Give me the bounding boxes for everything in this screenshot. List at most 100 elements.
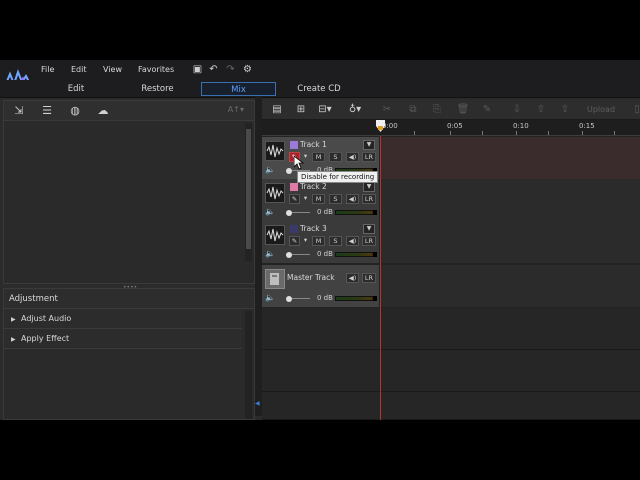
pen-icon[interactable]: ✎ (480, 103, 494, 117)
volume-slider-track[interactable] (292, 298, 310, 299)
menu-file[interactable]: File (41, 65, 54, 74)
volume-slider-knob[interactable] (286, 210, 292, 216)
expand-arrow-icon: ▶ (11, 336, 16, 343)
volume-slider-track[interactable] (292, 254, 310, 255)
master-track-icon (265, 269, 285, 289)
settings-gear-icon[interactable]: ⚙ (242, 64, 253, 75)
track-menu-dropdown-icon[interactable]: ▼ (363, 140, 375, 150)
upload-button[interactable]: Upload (587, 105, 615, 114)
record-arm-button[interactable]: ✎ (289, 236, 300, 246)
cut-icon[interactable]: ✂ (380, 103, 394, 117)
mute-button[interactable]: M (312, 194, 325, 204)
timeline-toolbar: ▤ ⊞ ⊟▾ ♁▾ ✂ ⧉ ⎘ 🗑 ✎ ⇩ ⇧ ⇪ Upload ▯ (262, 100, 640, 120)
copy-icon[interactable]: ⧉ (406, 103, 420, 117)
tab-restore[interactable]: Restore (130, 82, 185, 96)
paste-icon[interactable]: ⎘ (430, 103, 444, 117)
section-adjust-audio[interactable]: ▶ Adjust Audio (4, 309, 242, 329)
track-name[interactable]: Track 3 (300, 224, 327, 233)
tab-create-cd[interactable]: Create CD (288, 82, 350, 96)
mix-down-icon[interactable]: ⇩ (510, 103, 524, 117)
pan-lr-button[interactable]: LR (362, 152, 376, 162)
menu-edit[interactable]: Edit (71, 65, 87, 74)
volume-slider-knob[interactable] (286, 168, 292, 174)
menu-view[interactable]: View (103, 65, 122, 74)
solo-button[interactable]: S (329, 194, 342, 204)
empty-lane (262, 350, 640, 392)
track-color-chip[interactable] (290, 141, 298, 149)
track-header[interactable]: Track 2 ▼ ✎ ▾ M S ◀) LR 🔈 0 dB (262, 179, 380, 221)
track-2[interactable]: Track 2 ▼ ✎ ▾ M S ◀) LR 🔈 0 dB (262, 179, 640, 221)
record-dropdown-arrow-icon[interactable]: ▾ (302, 194, 309, 204)
ruler-tick (548, 131, 549, 135)
burn-icon[interactable]: ⇪ (558, 103, 572, 117)
track-lane[interactable] (380, 137, 640, 179)
save-icon[interactable]: ▣ (192, 64, 203, 75)
export-icon[interactable]: ⇧ (534, 103, 548, 117)
volume-slider-knob[interactable] (286, 296, 292, 302)
panel-collapse-strip[interactable]: ◀ (255, 96, 262, 416)
record-dropdown-arrow-icon[interactable]: ▾ (302, 236, 309, 246)
track-menu-dropdown-icon[interactable]: ▼ (363, 182, 375, 192)
mouse-cursor-icon (294, 156, 304, 170)
library-scrollbar[interactable] (245, 123, 252, 261)
ruler-tick (516, 131, 517, 135)
section-apply-effect[interactable]: ▶ Apply Effect (4, 329, 242, 349)
monitor-speaker-button[interactable]: ◀) (346, 236, 359, 246)
tab-edit[interactable]: Edit (50, 82, 102, 96)
add-media-dropdown-icon[interactable]: ⊟▾ (318, 103, 332, 117)
track-lane[interactable] (380, 221, 640, 263)
tab-mix[interactable]: Mix (201, 82, 276, 96)
track-name[interactable]: Track 1 (300, 140, 327, 149)
track-name[interactable]: Track 2 (300, 182, 327, 191)
record-dropdown-icon[interactable]: ♁▾ (348, 103, 362, 117)
time-ruler[interactable]: 0:00 0:05 0:10 0:15 (262, 120, 640, 136)
import-media-icon[interactable]: ⇲ (12, 104, 26, 118)
monitor-speaker-button[interactable]: ◀) (346, 194, 359, 204)
cloud-icon[interactable]: ☁ (96, 104, 110, 118)
track-color-chip[interactable] (290, 225, 298, 233)
speaker-icon: 🔈 (265, 207, 275, 216)
collapse-arrow-icon[interactable]: ◀ (255, 400, 260, 407)
track-lane[interactable] (380, 265, 640, 307)
font-size-button[interactable]: A↑▾ (228, 105, 244, 114)
speaker-icon: 🔈 (265, 165, 275, 174)
monitor-speaker-button[interactable]: ◀) (346, 273, 359, 283)
master-track[interactable]: Master Track ◀) LR 🔈 0 dB (262, 265, 640, 307)
volume-slider-knob[interactable] (286, 252, 292, 258)
audio-waveform-icon (265, 141, 285, 161)
mix-timeline-panel: ▤ ⊞ ⊟▾ ♁▾ ✂ ⧉ ⎘ 🗑 ✎ ⇩ ⇧ ⇪ Upload ▯ 0:00 … (262, 100, 640, 420)
library-scroll-thumb[interactable] (246, 129, 251, 249)
pan-lr-button[interactable]: LR (362, 194, 376, 204)
record-arm-button[interactable]: ✎ (289, 194, 300, 204)
volume-slider-track[interactable] (292, 212, 310, 213)
track-properties-icon[interactable]: ▤ (270, 103, 284, 117)
menu-favorites[interactable]: Favorites (138, 65, 174, 74)
import-list-icon[interactable]: ☰ (40, 104, 54, 118)
solo-button[interactable]: S (329, 152, 342, 162)
playhead-line[interactable] (380, 136, 381, 420)
mute-button[interactable]: M (312, 236, 325, 246)
redo-icon[interactable]: ↷ (225, 64, 236, 75)
more-icon[interactable]: ▯ (630, 103, 640, 117)
track-menu-dropdown-icon[interactable]: ▼ (363, 224, 375, 234)
track-3[interactable]: Track 3 ▼ ✎ ▾ M S ◀) LR 🔈 0 dB (262, 221, 640, 263)
track-header[interactable]: Track 3 ▼ ✎ ▾ M S ◀) LR 🔈 0 dB (262, 221, 380, 263)
adjustment-title: Adjustment (4, 289, 254, 309)
download-web-icon[interactable]: ◍ (68, 104, 82, 118)
track-lane[interactable] (380, 179, 640, 221)
master-track-header[interactable]: Master Track ◀) LR 🔈 0 dB (262, 265, 380, 307)
mute-button[interactable]: M (312, 152, 325, 162)
monitor-speaker-button[interactable]: ◀) (346, 152, 359, 162)
volume-row: 🔈 0 dB (265, 207, 377, 219)
undo-icon[interactable]: ↶ (208, 64, 219, 75)
section-label: Adjust Audio (21, 314, 72, 323)
adjustment-scrollbar[interactable] (245, 311, 252, 419)
pan-lr-button[interactable]: LR (362, 236, 376, 246)
solo-button[interactable]: S (329, 236, 342, 246)
playhead-marker-icon[interactable] (376, 120, 385, 132)
audio-waveform-icon (265, 183, 285, 203)
track-color-chip[interactable] (290, 183, 298, 191)
pan-lr-button[interactable]: LR (362, 273, 376, 283)
add-track-icon[interactable]: ⊞ (294, 103, 308, 117)
delete-icon[interactable]: 🗑 (456, 103, 470, 117)
